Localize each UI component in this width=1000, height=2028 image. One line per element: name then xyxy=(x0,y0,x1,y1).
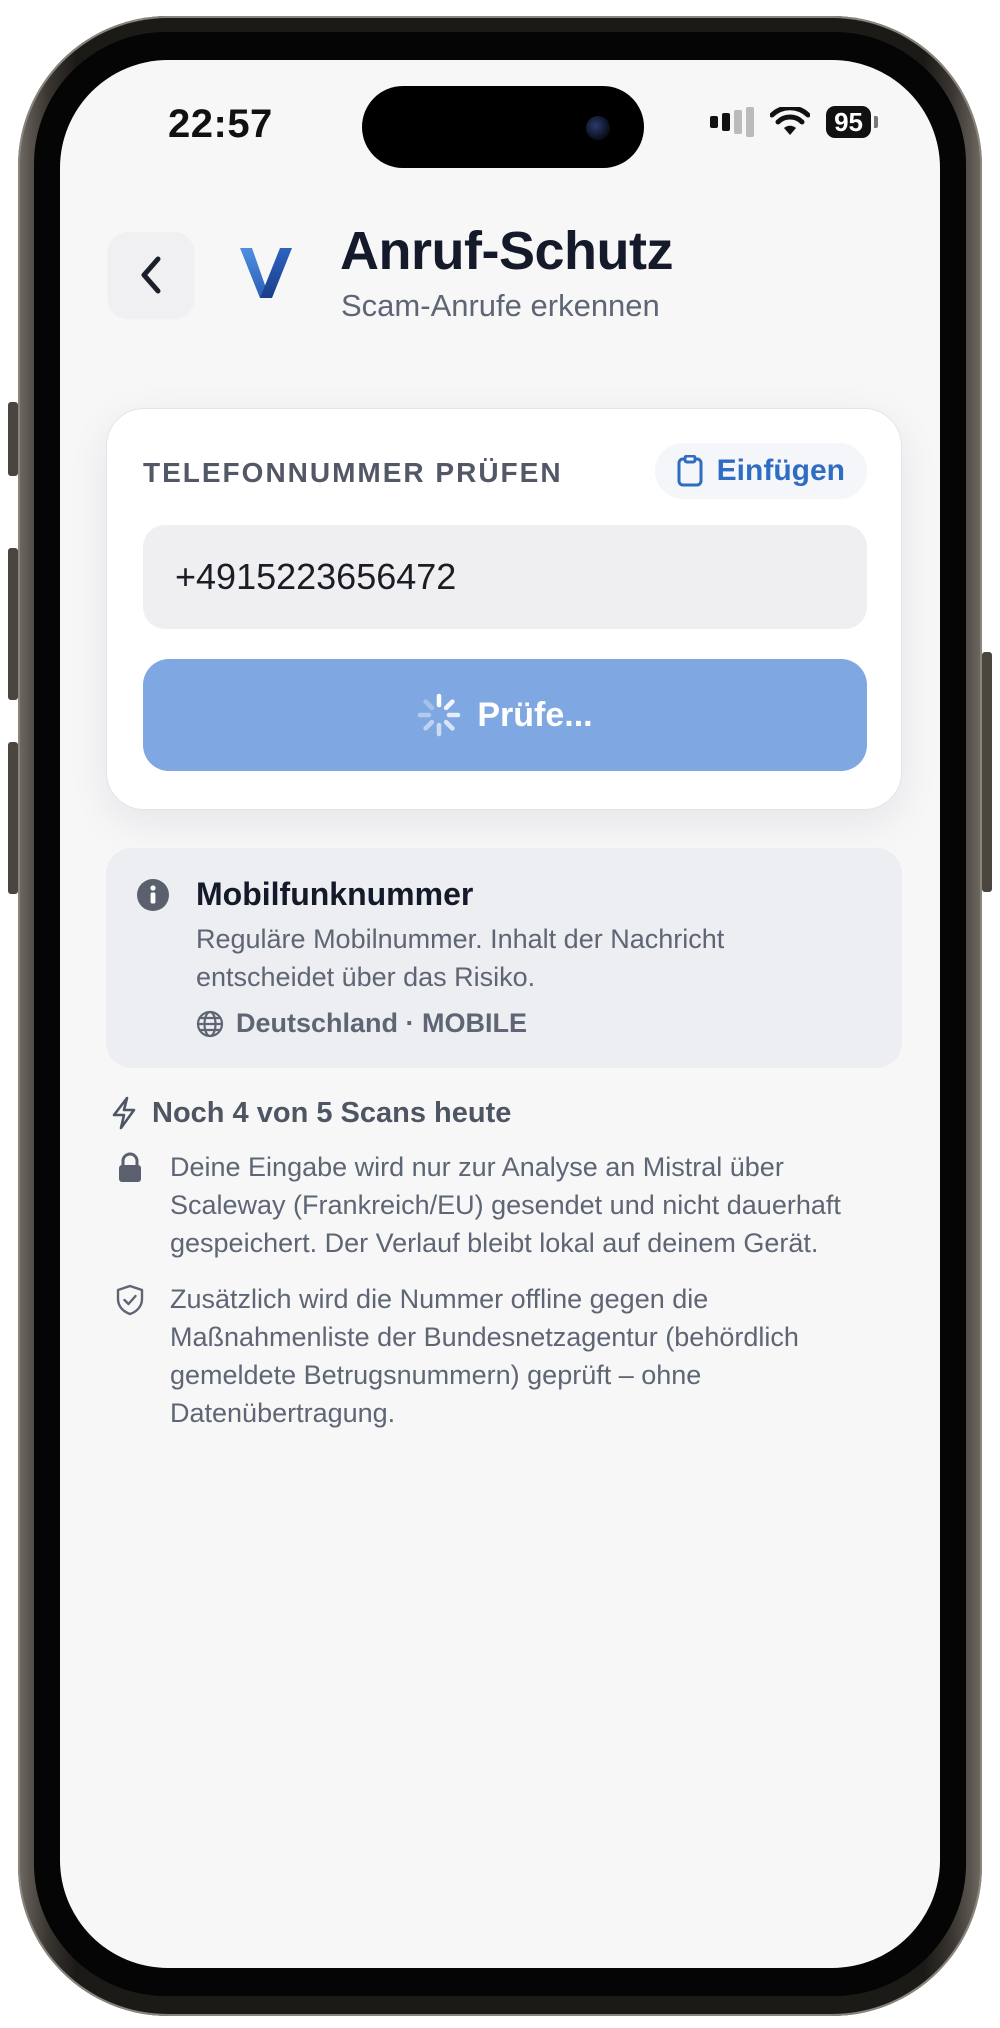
offline-check-note: Zusätzlich wird die Nummer offline gegen… xyxy=(110,1280,900,1432)
volume-up-button xyxy=(8,548,18,700)
globe-icon xyxy=(196,1010,224,1037)
power-button xyxy=(982,652,992,892)
scan-count: Noch 4 von 5 Scans heute xyxy=(110,1096,511,1130)
paste-label: Einfügen xyxy=(716,454,845,487)
phone-number-input[interactable] xyxy=(143,525,867,629)
privacy-note: Deine Eingabe wird nur zur Analyse an Mi… xyxy=(110,1148,900,1262)
chevron-left-icon xyxy=(141,256,161,294)
wifi-icon xyxy=(770,107,811,135)
shield-check-icon xyxy=(116,1284,144,1316)
info-meta: Deutschland · MOBILE xyxy=(196,1008,527,1039)
screen: 22:57 95 Anruf-Schutz Scam-Anrufe erkenn… xyxy=(60,60,940,1968)
privacy-note-text: Deine Eingabe wird nur zur Analyse an Mi… xyxy=(170,1152,841,1258)
info-icon xyxy=(137,879,169,911)
card-label: TELEFONNUMMER PRÜFEN xyxy=(143,457,563,488)
scan-count-text: Noch 4 von 5 Scans heute xyxy=(152,1096,512,1129)
bolt-icon xyxy=(112,1096,136,1130)
action-button xyxy=(8,402,18,476)
cellular-signal-icon xyxy=(710,107,755,137)
paste-button[interactable]: Einfügen xyxy=(654,443,867,499)
status-icons: 95 xyxy=(710,106,878,138)
page-title: Anruf-Schutz xyxy=(340,221,673,281)
dynamic-island xyxy=(362,86,644,168)
number-info-card: Mobilfunknummer Reguläre Mobilnummer. In… xyxy=(106,848,902,1068)
info-title: Mobilfunknummer xyxy=(196,876,474,912)
info-description: Reguläre Mobilnummer. Inhalt der Nachric… xyxy=(196,924,725,992)
back-button[interactable] xyxy=(108,232,194,318)
front-camera xyxy=(586,116,610,140)
battery-level: 95 xyxy=(826,106,871,138)
volume-down-button xyxy=(8,742,18,894)
page-subtitle: Scam-Anrufe erkennen xyxy=(341,288,660,323)
lock-icon xyxy=(119,1152,141,1182)
offline-check-note-text: Zusätzlich wird die Nummer offline gegen… xyxy=(170,1284,799,1428)
battery-indicator: 95 xyxy=(826,106,878,138)
status-time: 22:57 xyxy=(168,102,273,146)
phone-check-card: TELEFONNUMMER PRÜFEN Einfügen +491522365… xyxy=(106,408,902,810)
info-meta-text: Deutschland · MOBILE xyxy=(236,1008,528,1038)
check-button-label: Prüfe... xyxy=(477,695,593,734)
spinner-icon xyxy=(418,693,461,737)
check-button[interactable]: Prüfe... xyxy=(143,659,867,771)
app-logo xyxy=(240,248,292,298)
clipboard-icon xyxy=(677,455,703,487)
